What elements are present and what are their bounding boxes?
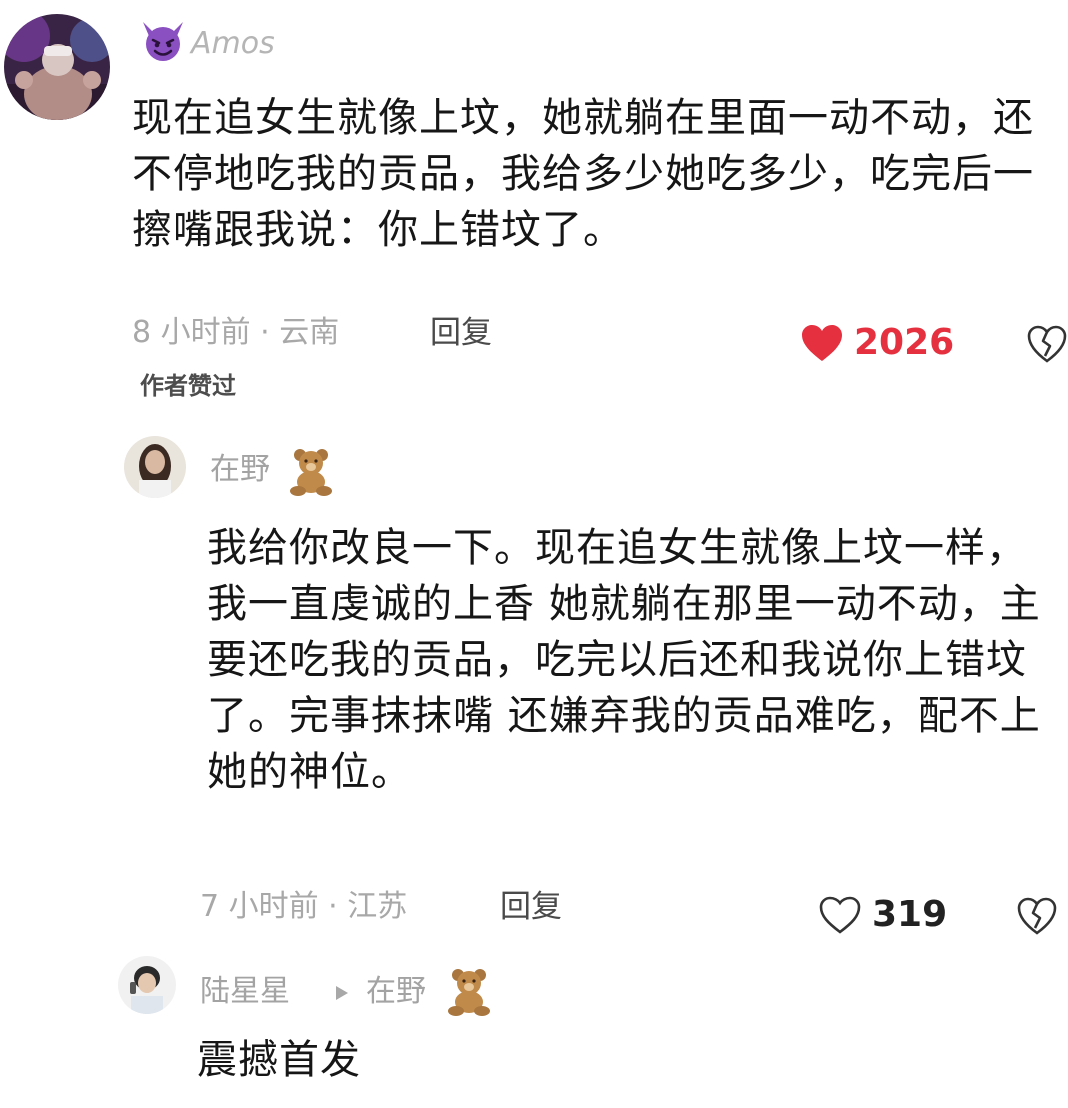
time-location-zaiye: 7 小时前 · 江苏 bbox=[200, 889, 408, 924]
teddy-bear-icon bbox=[286, 446, 336, 496]
dislike-button-zaiye[interactable] bbox=[1016, 896, 1058, 940]
reply-button-amos[interactable]: 回复 bbox=[430, 315, 492, 351]
reply-target-username[interactable]: 在野 bbox=[366, 974, 426, 1010]
like-button-zaiye[interactable]: 319 bbox=[818, 894, 947, 935]
like-button-amos[interactable]: 2026 bbox=[800, 322, 954, 363]
avatar-amos[interactable] bbox=[4, 14, 110, 120]
broken-heart-icon bbox=[1017, 897, 1057, 935]
reply-arrow-icon bbox=[334, 984, 350, 1002]
username-zaiye[interactable]: 在野 bbox=[210, 452, 270, 488]
dislike-button-amos[interactable] bbox=[1026, 324, 1068, 368]
author-liked-badge: 作者赞过 bbox=[140, 372, 236, 400]
comment-text-amos: 现在追女生就像上坟，她就躺在里面一动不动，还不停地吃我的贡品，我给多少她吃多少，… bbox=[132, 95, 1034, 253]
username-amos[interactable]: Amos bbox=[191, 26, 275, 62]
comment-text-luxingxing: 震撼首发 bbox=[197, 1037, 361, 1083]
heart-filled-icon bbox=[802, 324, 842, 361]
reply-button-zaiye[interactable]: 回复 bbox=[500, 889, 562, 925]
time-location-amos: 8 小时前 · 云南 bbox=[132, 315, 340, 350]
avatar-luxingxing[interactable] bbox=[118, 956, 176, 1014]
username-luxingxing[interactable]: 陆星星 bbox=[200, 974, 290, 1010]
broken-heart-icon bbox=[1027, 325, 1067, 363]
teddy-bear-icon bbox=[444, 966, 494, 1016]
devil-emoji-icon bbox=[139, 20, 187, 62]
avatar-zaiye[interactable] bbox=[124, 436, 186, 498]
like-count-zaiye: 319 bbox=[872, 894, 948, 935]
comment-text-zaiye: 我给你改良一下。现在追女生就像上坟一样，我一直虔诚的上香 她就躺在那里一动不动，… bbox=[207, 525, 1041, 795]
like-count-amos: 2026 bbox=[854, 322, 955, 363]
heart-outline-icon bbox=[819, 896, 861, 934]
